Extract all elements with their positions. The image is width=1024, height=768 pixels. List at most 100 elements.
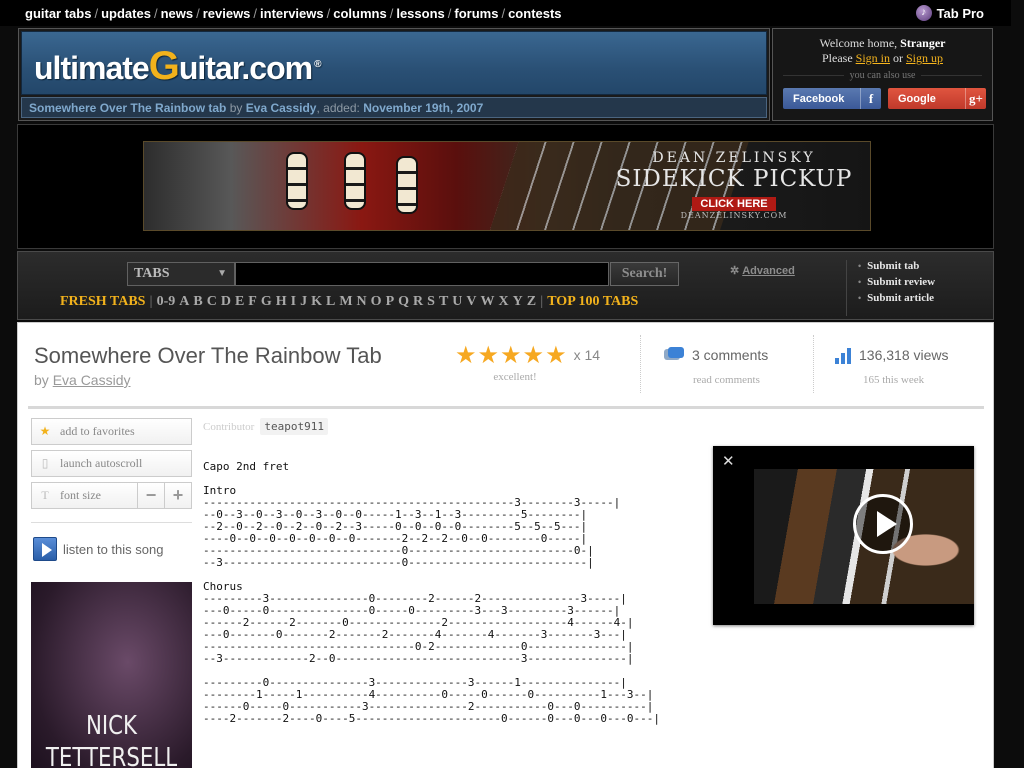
gear-icon: ✲ xyxy=(730,265,740,277)
google-login-button[interactable]: Google g+ xyxy=(888,88,986,109)
artist-byline: by Eva Cassidy xyxy=(34,372,131,388)
letter-link[interactable]: B xyxy=(193,294,202,310)
play-button[interactable] xyxy=(853,494,913,554)
submit-review-link[interactable]: • Submit review xyxy=(858,276,935,288)
letter-link[interactable]: N xyxy=(357,294,367,310)
site-header: ultimateGuitar.com ® Somewhere Over The R… xyxy=(18,28,770,121)
nav-contests[interactable]: contests xyxy=(508,6,561,21)
ad-cta-button[interactable]: CLICK HERE xyxy=(692,197,776,211)
listen-to-song-button[interactable]: listen to this song xyxy=(33,537,163,561)
login-panel: Welcome home, Stranger Please Sign in or… xyxy=(772,28,993,121)
letter-link[interactable]: X xyxy=(499,294,509,310)
tab-pro-link[interactable]: ♪ Tab Pro xyxy=(915,5,984,21)
letter-link[interactable]: P xyxy=(386,294,395,310)
read-comments-link[interactable]: read comments xyxy=(693,374,760,386)
ad-line2: SIDEKICK PICKUP xyxy=(615,166,853,192)
nav-interviews[interactable]: interviews xyxy=(260,6,324,21)
breadcrumb-added-label: , added: xyxy=(316,101,360,115)
font-size-icon: T xyxy=(41,488,49,502)
letter-link[interactable]: O xyxy=(371,294,382,310)
letter-link[interactable]: U xyxy=(452,294,462,310)
fresh-tabs-link[interactable]: FRESH TABS xyxy=(60,294,145,310)
letter-link[interactable]: D xyxy=(221,294,231,310)
rating-stars: ★ ★ ★ ★ ★ x 14 xyxy=(455,343,615,367)
sign-up-link[interactable]: Sign up xyxy=(906,51,943,65)
letter-link[interactable]: W xyxy=(481,294,495,310)
letter-nav: FRESH TABS | 0-9 A B C D E F G H I J K L… xyxy=(60,294,639,310)
font-increase-button[interactable]: + xyxy=(164,483,191,508)
top-100-link[interactable]: TOP 100 TABS xyxy=(547,294,638,310)
letter-link[interactable]: J xyxy=(300,294,307,310)
top-nav: guitar tabs / updates / news / reviews / intervi… xyxy=(0,0,1011,26)
search-input[interactable] xyxy=(235,262,609,286)
letter-link[interactable]: E xyxy=(235,294,244,310)
letter-link[interactable]: 0-9 xyxy=(157,294,176,310)
pickup-image xyxy=(396,156,418,214)
sign-links: Please Sign in or Sign up xyxy=(821,51,943,65)
letter-link[interactable]: I xyxy=(291,294,296,310)
star-icon: ★ xyxy=(522,341,545,369)
pickup-image xyxy=(344,152,366,210)
divider xyxy=(28,406,984,409)
search-button[interactable]: Search! xyxy=(610,262,679,286)
nav-guitar-tabs[interactable]: guitar tabs xyxy=(25,6,91,21)
font-size-control: T font size − + xyxy=(31,482,192,509)
nav-reviews[interactable]: reviews xyxy=(203,6,251,21)
facebook-login-button[interactable]: Facebook f xyxy=(783,88,881,109)
ad-line1: DEAN ZELINSKY xyxy=(652,150,816,166)
views-stat: 136,318 views xyxy=(835,347,949,365)
search-type-select[interactable]: TABS ▼ xyxy=(127,262,235,286)
ad-banner[interactable]: DEAN ZELINSKY SIDEKICK PICKUP CLICK HERE… xyxy=(143,141,871,231)
google-plus-icon: g+ xyxy=(965,88,986,109)
nav-lessons[interactable]: lessons xyxy=(396,6,444,21)
contributor-name[interactable]: teapot911 xyxy=(260,418,328,435)
bullet-icon: • xyxy=(858,293,862,303)
launch-autoscroll-button[interactable]: ▯ launch autoscroll xyxy=(31,450,192,477)
star-icon: ★ xyxy=(39,424,51,438)
letter-link[interactable]: F xyxy=(248,294,257,310)
letter-link[interactable]: H xyxy=(276,294,287,310)
letter-link[interactable]: G xyxy=(261,294,272,310)
letter-link[interactable]: S xyxy=(427,294,435,310)
breadcrumb: Somewhere Over The Rainbow tab by Eva Ca… xyxy=(21,97,767,118)
letter-link[interactable]: Z xyxy=(527,294,536,310)
letter-link[interactable]: Q xyxy=(398,294,409,310)
breadcrumb-date: November 19th, 2007 xyxy=(363,101,484,115)
font-decrease-button[interactable]: − xyxy=(137,483,164,508)
ad-poster[interactable]: NICK TETTERSELL xyxy=(31,582,192,768)
letter-link[interactable]: R xyxy=(413,294,423,310)
letter-link[interactable]: Y xyxy=(513,294,523,310)
sign-in-link[interactable]: Sign in xyxy=(856,51,890,65)
comments-link[interactable]: 3 comments xyxy=(664,347,768,366)
nav-forums[interactable]: forums xyxy=(454,6,498,21)
close-icon[interactable]: ✕ xyxy=(722,452,735,470)
star-icon: ★ xyxy=(500,341,522,369)
nav-news[interactable]: news xyxy=(161,6,194,21)
letter-link[interactable]: V xyxy=(466,294,476,310)
ad-url: DEANZELINSKY.COM xyxy=(680,211,788,220)
divider xyxy=(813,335,814,393)
letter-link[interactable]: T xyxy=(439,294,448,310)
nav-updates[interactable]: updates xyxy=(101,6,151,21)
rating-count: x 14 xyxy=(573,347,601,363)
letter-link[interactable]: L xyxy=(326,294,335,310)
tab-content: Somewhere Over The Rainbow Tab by Eva Ca… xyxy=(17,322,994,768)
site-logo[interactable]: ultimateGuitar.com ® xyxy=(34,44,321,89)
letter-link[interactable]: A xyxy=(179,294,189,310)
submit-tab-link[interactable]: • Submit tab xyxy=(858,260,935,272)
top-nav-links: guitar tabs / updates / news / reviews / intervi… xyxy=(25,6,562,21)
letter-link[interactable]: K xyxy=(311,294,322,310)
letter-link[interactable]: C xyxy=(207,294,217,310)
comments-icon xyxy=(664,347,684,363)
breadcrumb-song[interactable]: Somewhere Over The Rainbow tab xyxy=(29,101,226,115)
advanced-search-link[interactable]: ✲ Advanced xyxy=(730,264,795,277)
submit-article-link[interactable]: • Submit article xyxy=(858,292,935,304)
add-to-favorites-button[interactable]: ★ add to favorites xyxy=(31,418,192,445)
artist-link[interactable]: Eva Cassidy xyxy=(53,372,131,388)
chevron-down-icon: ▼ xyxy=(217,268,227,279)
video-player[interactable]: ✕ xyxy=(713,446,974,625)
facebook-icon: f xyxy=(860,88,881,109)
letter-link[interactable]: M xyxy=(339,294,352,310)
nav-columns[interactable]: columns xyxy=(333,6,386,21)
breadcrumb-artist[interactable]: Eva Cassidy xyxy=(246,101,317,115)
